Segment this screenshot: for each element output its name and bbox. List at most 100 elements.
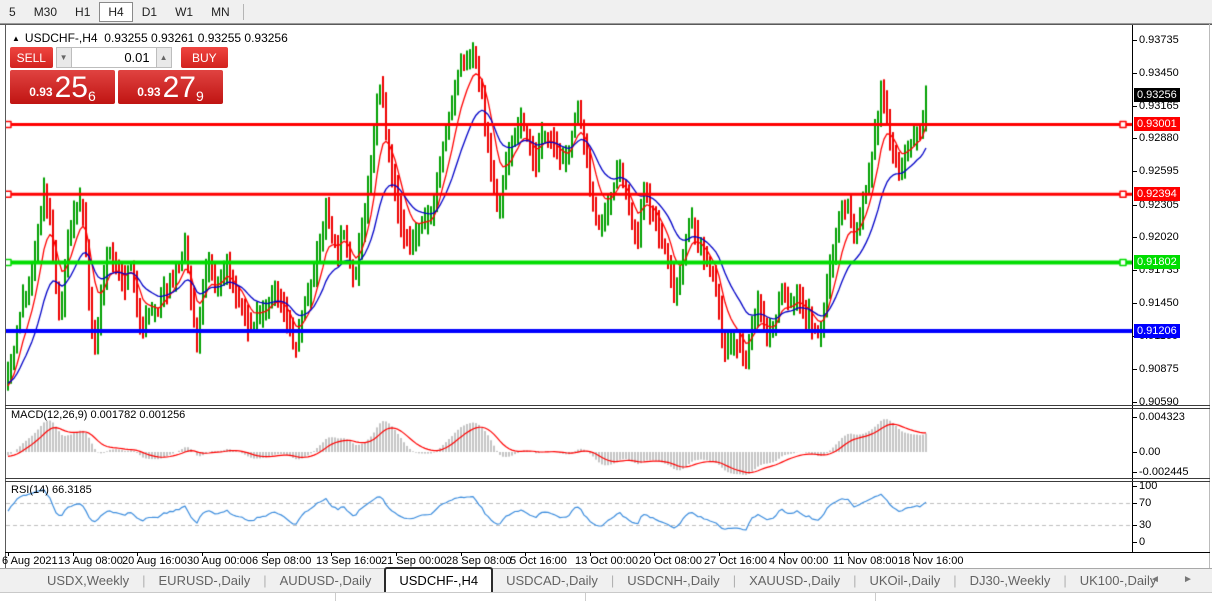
rsi-axis-tick: 30 xyxy=(1139,519,1151,532)
time-axis-line xyxy=(5,552,1210,553)
time-axis-label: 30 Aug 00:00 xyxy=(187,555,252,567)
triangle-down-icon: ▼ xyxy=(60,53,68,62)
current-price-badge: 0.93256 xyxy=(1134,88,1180,102)
time-axis-label: 28 Sep 08:00 xyxy=(446,555,511,567)
chart-title: ▲ USDCHF-,H4 0.93255 0.93261 0.93255 0.93… xyxy=(12,31,288,45)
time-axis-label: 13 Aug 08:00 xyxy=(58,555,123,567)
axis-tick-mark xyxy=(1133,369,1137,370)
chart-window-right-border xyxy=(1209,24,1210,594)
volume-down-button[interactable]: ▼ xyxy=(56,47,72,68)
timeframe-tab-w1[interactable]: W1 xyxy=(166,2,202,22)
time-axis-label: 20 Aug 16:00 xyxy=(122,555,187,567)
axis-tick-mark xyxy=(1133,205,1137,206)
time-axis-label: 18 Nov 16:00 xyxy=(898,555,963,567)
panel-separator[interactable] xyxy=(5,481,1210,482)
sell-price-prefix: 0.93 xyxy=(29,85,52,99)
chart-ohlc: 0.93255 0.93261 0.93255 0.93256 xyxy=(104,31,288,45)
tab-scroll-right-icon[interactable]: ► xyxy=(1183,574,1193,586)
time-axis-label: 27 Oct 16:00 xyxy=(704,555,767,567)
macd-axis-tick: -0.002445 xyxy=(1139,466,1189,479)
level-price-badge: 0.91802 xyxy=(1134,255,1180,269)
axis-tick-mark xyxy=(1133,486,1137,487)
time-axis-label: 13 Oct 00:00 xyxy=(575,555,638,567)
volume-up-button[interactable]: ▲ xyxy=(156,47,172,68)
timeframe-tab-5[interactable]: 5 xyxy=(0,2,25,22)
timeframe-tab-h4[interactable]: H4 xyxy=(99,2,132,22)
price-chart-canvas[interactable] xyxy=(6,26,1132,552)
one-click-trading-widget: SELL ▼ 0.01 ▲ BUY 0.93 25 6 0.93 27 9 xyxy=(10,47,228,104)
price-axis-tick: 0.92595 xyxy=(1139,165,1179,178)
symbol-tab-dj30-weekly[interactable]: DJ30-,Weekly xyxy=(957,569,1064,592)
time-axis-label: 13 Sep 16:00 xyxy=(316,555,381,567)
collapse-icon[interactable]: ▲ xyxy=(12,34,20,43)
price-axis-tick: 0.90875 xyxy=(1139,363,1179,376)
symbol-tab-eurusd-daily[interactable]: EURUSD-,Daily xyxy=(146,569,264,592)
sell-button[interactable]: SELL xyxy=(10,47,53,68)
timeframe-toolbar: 5M30H1H4D1W1MN xyxy=(0,0,1212,24)
macd-axis-tick: 0.004323 xyxy=(1139,411,1185,424)
volume-input[interactable]: 0.01 xyxy=(72,47,156,68)
symbol-tab-usdcnh-daily[interactable]: USDCNH-,Daily xyxy=(614,569,732,592)
axis-tick-mark xyxy=(1133,472,1137,473)
price-axis-tick: 0.90590 xyxy=(1139,396,1179,409)
symbol-tab-xauusd-daily[interactable]: XAUUSD-,Daily xyxy=(736,569,853,592)
symbol-tab-usdcad-daily[interactable]: USDCAD-,Daily xyxy=(493,569,611,592)
symbol-tab-usdx-weekly[interactable]: USDX,Weekly xyxy=(34,569,142,592)
timeframe-tab-m30[interactable]: M30 xyxy=(25,2,66,22)
timeframe-tab-h1[interactable]: H1 xyxy=(66,2,99,22)
panel-separator[interactable] xyxy=(5,405,1210,406)
level-price-badge: 0.93001 xyxy=(1134,117,1180,131)
panel-separator[interactable] xyxy=(5,408,1210,409)
sell-price-sup: 6 xyxy=(88,89,96,103)
macd-label: MACD(12,26,9) 0.001782 0.001256 xyxy=(11,409,185,421)
axis-tick-mark xyxy=(1133,542,1137,543)
triangle-up-icon: ▲ xyxy=(160,53,168,62)
price-axis-tick: 0.91450 xyxy=(1139,297,1179,310)
buy-price-panel[interactable]: 0.93 27 9 xyxy=(118,70,223,104)
rsi-label: RSI(14) 66.3185 xyxy=(11,484,92,496)
axis-tick-mark xyxy=(1133,171,1137,172)
axis-tick-mark xyxy=(1133,106,1137,107)
panel-separator[interactable] xyxy=(5,478,1210,479)
axis-tick-mark xyxy=(1133,40,1137,41)
time-axis-label: 11 Nov 08:00 xyxy=(833,555,898,567)
price-axis-tick: 0.92880 xyxy=(1139,132,1179,145)
timeframe-tab-d1[interactable]: D1 xyxy=(133,2,166,22)
axis-tick-mark xyxy=(1133,452,1137,453)
symbol-tab-audusd-daily[interactable]: AUDUSD-,Daily xyxy=(267,569,385,592)
axis-tick-mark xyxy=(1133,138,1137,139)
chart-window-top-border xyxy=(0,24,1212,25)
macd-axis-tick: 0.00 xyxy=(1139,446,1160,459)
toolbar-separator xyxy=(243,4,244,20)
axis-tick-mark xyxy=(1133,237,1137,238)
timeframe-tab-mn[interactable]: MN xyxy=(202,2,239,22)
chart-symbol: USDCHF-,H4 xyxy=(25,31,98,45)
axis-tick-mark xyxy=(1133,525,1137,526)
axis-tick-mark xyxy=(1133,417,1137,418)
buy-price-prefix: 0.93 xyxy=(137,85,160,99)
sell-price-panel[interactable]: 0.93 25 6 xyxy=(10,70,115,104)
price-axis-tick: 0.93735 xyxy=(1139,34,1179,47)
level-price-badge: 0.91206 xyxy=(1134,324,1180,338)
time-axis-label: 6 Aug 2021 xyxy=(2,555,58,567)
buy-price-sup: 9 xyxy=(196,89,204,103)
buy-button[interactable]: BUY xyxy=(181,47,228,68)
symbol-tab-usdchf-h4[interactable]: USDCHF-,H4 xyxy=(384,567,493,593)
axis-tick-mark xyxy=(1133,402,1137,403)
time-axis-label: 4 Nov 00:00 xyxy=(769,555,828,567)
rsi-axis-tick: 100 xyxy=(1139,480,1157,493)
time-axis-label: 5 Oct 16:00 xyxy=(510,555,567,567)
tab-scroll-left-icon[interactable]: ◄ xyxy=(1150,574,1160,586)
rsi-axis-tick: 0 xyxy=(1139,536,1145,549)
price-axis-tick: 0.93450 xyxy=(1139,67,1179,80)
time-axis-label: 20 Oct 08:00 xyxy=(639,555,702,567)
sell-price-big: 25 xyxy=(55,73,88,103)
axis-tick-mark xyxy=(1133,503,1137,504)
time-axis-label: 6 Sep 08:00 xyxy=(252,555,311,567)
buy-price-big: 27 xyxy=(163,73,196,103)
axis-tick-mark xyxy=(1133,73,1137,74)
price-axis-tick: 0.92020 xyxy=(1139,231,1179,244)
rsi-axis-tick: 70 xyxy=(1139,497,1151,510)
symbol-tab-ukoil-daily[interactable]: UKOil-,Daily xyxy=(856,569,953,592)
axis-tick-mark xyxy=(1133,303,1137,304)
